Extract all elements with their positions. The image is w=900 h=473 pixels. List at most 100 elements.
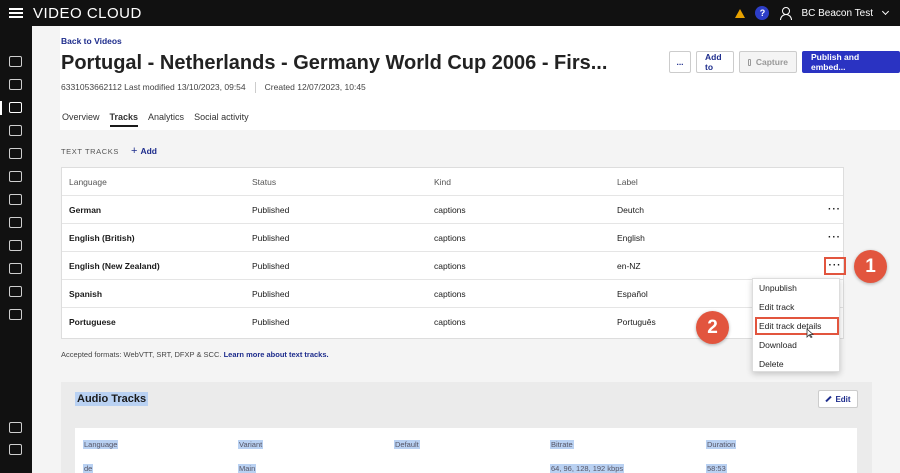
track-context-menu: Unpublish Edit track Edit track details … — [752, 278, 840, 372]
text-tracks-table: Language Status Kind Label German Publis… — [61, 167, 846, 339]
back-to-videos-link[interactable]: Back to Videos — [61, 36, 122, 46]
audio-tracks-heading: Audio Tracks — [75, 392, 149, 406]
pointer-cursor-icon — [806, 328, 814, 338]
row-more-button[interactable]: ··· — [828, 232, 841, 242]
sidebar-active-indicator — [0, 101, 2, 115]
accepted-formats-text: Accepted formats: WebVTT, SRT, DFXP & SC… — [61, 350, 222, 359]
column-label: Label — [617, 176, 638, 187]
audience-icon[interactable] — [9, 217, 22, 228]
menu-item-edit-track-details[interactable]: Edit track details — [755, 317, 839, 335]
row-label: en-NZ — [617, 260, 641, 271]
edit-audio-tracks-button[interactable]: Edit — [818, 390, 858, 408]
row-language: German — [69, 204, 102, 215]
row-language: Portuguese — [69, 317, 116, 327]
tab-tracks[interactable]: Tracks — [109, 112, 139, 127]
user-icon[interactable] — [779, 7, 793, 20]
audio-row-language: de — [83, 464, 94, 473]
video-icon[interactable] — [9, 102, 22, 113]
row-status: Published — [252, 232, 290, 243]
gear-icon[interactable] — [9, 422, 22, 433]
row-kind: captions — [434, 260, 466, 271]
video-meta: 6331053662112 Last modified 13/10/2023, … — [61, 82, 366, 93]
row-kind: captions — [434, 232, 466, 243]
header-actions: ... Add to Capture Publish and embed... — [669, 51, 900, 73]
audio-row-bitrate: 64, 96, 128, 192 kbps — [550, 464, 625, 473]
main-content: Back to Videos Portugal - Netherlands - … — [32, 26, 900, 473]
home-icon[interactable] — [9, 56, 22, 67]
help-icon[interactable]: ? — [755, 6, 770, 20]
row-label: English — [617, 232, 645, 243]
playlist-icon[interactable] — [9, 125, 22, 136]
row-language: Spanish — [69, 288, 103, 299]
row-kind: captions — [434, 204, 466, 215]
more-actions-button[interactable]: ... — [669, 51, 691, 73]
live-icon[interactable] — [9, 148, 22, 159]
audio-column-default: Default — [394, 440, 420, 449]
menu-item-edit-track[interactable]: Edit track — [759, 302, 794, 312]
table-row: English (New Zealand) Published captions… — [62, 252, 846, 280]
edit-label: Edit — [835, 394, 851, 404]
warning-icon[interactable] — [735, 8, 746, 18]
chevron-down-icon[interactable] — [881, 7, 890, 16]
column-status: Status — [252, 176, 277, 187]
video-created: Created 12/07/2023, 10:45 — [264, 82, 366, 92]
text-tracks-header: TEXT TRACKS + Add — [61, 145, 157, 157]
add-text-track-button[interactable]: + Add — [131, 145, 157, 157]
audio-column-bitrate: Bitrate — [550, 440, 574, 449]
audio-tracks-table: Language Variant Default Bitrate Duratio… — [75, 428, 857, 473]
player-icon[interactable] — [9, 263, 22, 274]
camera-icon — [748, 58, 751, 66]
cart-icon[interactable] — [9, 444, 22, 455]
brand-logo[interactable]: VIDEO CLOUD — [33, 5, 142, 22]
row-more-button-highlighted[interactable]: ··· — [824, 256, 846, 275]
menu-item-download[interactable]: Download — [759, 340, 797, 350]
table-row: English (British) Published captions Eng… — [62, 224, 843, 252]
capture-label: Capture — [755, 57, 788, 67]
capture-button[interactable]: Capture — [739, 51, 797, 73]
cloud-icon[interactable] — [9, 171, 22, 182]
menu-item-unpublish[interactable]: Unpublish — [759, 283, 797, 293]
row-label: Deutch — [617, 204, 644, 215]
audio-column-variant: Variant — [238, 440, 264, 449]
add-to-button[interactable]: Add to — [696, 51, 734, 73]
publish-and-embed-button[interactable]: Publish and embed... — [802, 51, 900, 73]
table-header-row: Language Status Kind Label — [62, 168, 843, 196]
users-icon[interactable] — [9, 286, 22, 297]
step-badge-2: 2 — [696, 311, 729, 344]
audio-column-language: Language — [83, 440, 119, 449]
user-name[interactable]: BC Beacon Test — [801, 8, 873, 19]
tab-analytics[interactable]: Analytics — [148, 112, 184, 127]
tab-social-activity[interactable]: Social activity — [194, 112, 249, 127]
video-id-modified: 6331053662112 Last modified 13/10/2023, … — [61, 82, 246, 92]
tab-bar: Overview Tracks Analytics Social activit… — [62, 112, 249, 127]
tab-overview[interactable]: Overview — [62, 112, 100, 127]
audio-row-duration: 58:53 — [706, 464, 727, 473]
table-row: German Published captions Deutch ··· — [62, 196, 843, 224]
text-tracks-heading: TEXT TRACKS — [61, 146, 120, 156]
top-bar: VIDEO CLOUD ? BC Beacon Test — [0, 0, 900, 26]
step-badge-1: 1 — [854, 250, 887, 283]
video-header: Back to Videos Portugal - Netherlands - … — [60, 26, 900, 130]
analytics-icon[interactable] — [9, 240, 22, 251]
learn-more-link[interactable]: Learn more about text tracks. — [224, 350, 329, 359]
upload-icon[interactable] — [9, 79, 22, 90]
sidebar — [0, 26, 32, 473]
row-kind: captions — [434, 288, 466, 299]
row-status: Published — [252, 317, 290, 327]
top-bar-right: ? BC Beacon Test — [735, 0, 890, 26]
audio-column-duration: Duration — [706, 440, 737, 449]
menu-icon[interactable] — [9, 8, 23, 18]
row-kind: captions — [434, 317, 466, 327]
page-title: Portugal - Netherlands - Germany World C… — [61, 52, 608, 74]
pencil-icon — [825, 395, 833, 403]
row-more-button[interactable]: ··· — [828, 204, 841, 214]
row-status: Published — [252, 204, 290, 215]
menu-item-delete[interactable]: Delete — [759, 359, 784, 369]
plugin-icon[interactable] — [9, 309, 22, 320]
column-kind: Kind — [434, 176, 452, 187]
add-label: Add — [140, 146, 157, 156]
row-label: Português — [617, 317, 656, 327]
meta-divider — [254, 82, 256, 93]
share-icon[interactable] — [9, 194, 22, 205]
audio-tracks-section: Audio Tracks Edit Language Variant Defau… — [61, 382, 872, 473]
